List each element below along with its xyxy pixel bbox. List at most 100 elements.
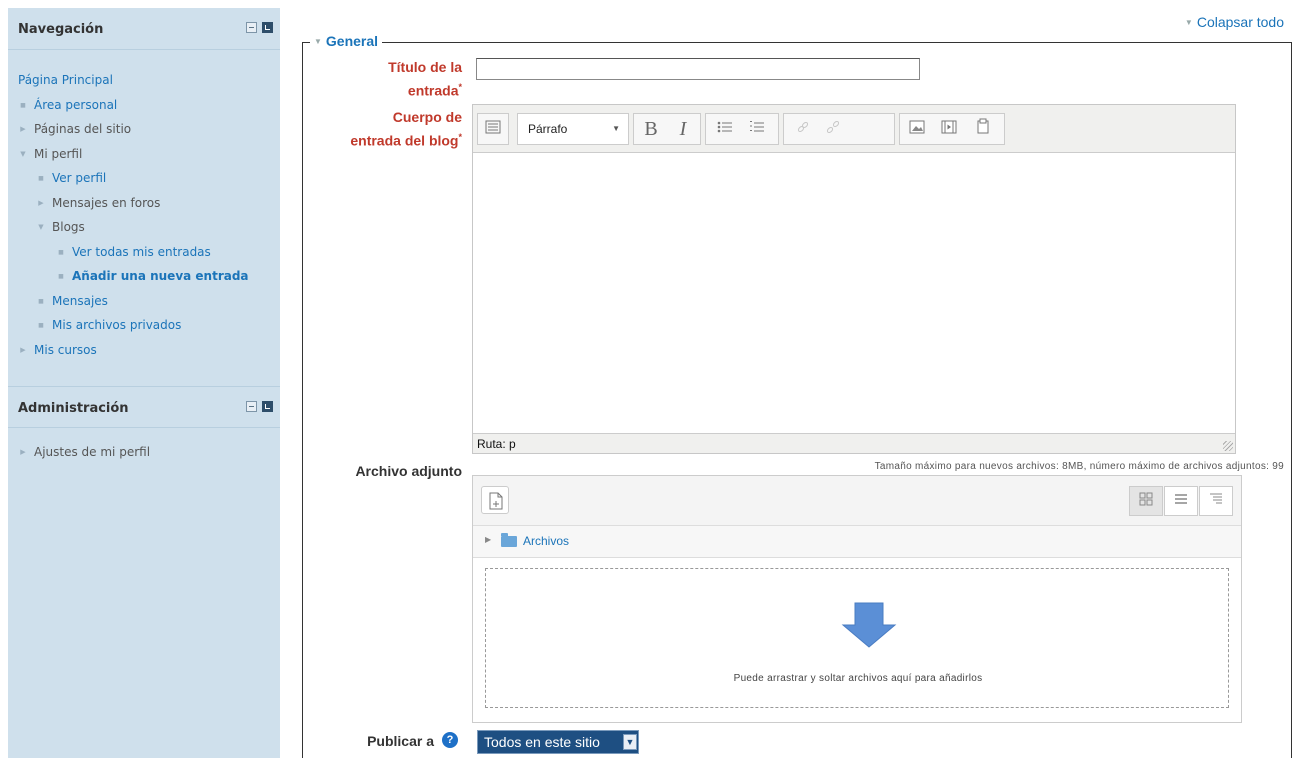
nav-item-label[interactable]: Ver todas mis entradas <box>72 240 211 265</box>
administration-block: Administración Ajustes de mi perfil <box>8 386 280 465</box>
file-drop-zone[interactable]: Puede arrastrar y soltar archivos aquí p… <box>485 568 1229 708</box>
image-icon[interactable] <box>906 118 928 140</box>
nav-item-label[interactable]: Ajustes de mi perfil <box>34 440 150 465</box>
entry-title-label-line1: Título de la <box>388 59 462 75</box>
entry-body-label-line2: entrada del blog <box>350 132 459 149</box>
bullet-icon <box>36 289 46 315</box>
nav-item-mi-perfil[interactable]: Mi perfil <box>8 142 280 167</box>
navigation-block: Navegación Página Principal Área persona… <box>8 8 280 362</box>
expand-arrow-icon[interactable] <box>36 191 46 216</box>
expand-arrow-icon[interactable] <box>18 117 28 142</box>
folder-path-bar: ▶ Archivos <box>473 526 1241 558</box>
required-marker: * <box>458 82 462 92</box>
manage-files-icon[interactable] <box>972 118 994 140</box>
collapse-all-link[interactable]: ▼ Colapsar todo <box>1185 14 1284 30</box>
media-group <box>899 113 1005 145</box>
nav-item-mensajes-en-foros[interactable]: Mensajes en foros <box>8 191 280 216</box>
editor-status-bar: Ruta: p <box>473 433 1235 453</box>
navigation-title: Navegación <box>18 22 104 37</box>
nav-item-label[interactable]: Área personal <box>34 93 117 118</box>
dock-block-icon[interactable] <box>262 22 273 33</box>
list-view-icon[interactable] <box>1164 486 1198 516</box>
nav-item-label[interactable]: Mis cursos <box>34 338 97 363</box>
expand-arrow-icon[interactable] <box>18 338 28 363</box>
editor-content-area[interactable] <box>473 154 1235 434</box>
nav-item-label-active[interactable]: Añadir una nueva entrada <box>72 264 249 289</box>
bullet-icon <box>18 93 28 119</box>
publish-to-label: Publicar a <box>367 733 434 749</box>
file-limits-info: Tamaño máximo para nuevos archivos: 8MB,… <box>874 461 1284 472</box>
nav-item-pagina-principal[interactable]: Página Principal <box>8 68 280 93</box>
nav-item-label[interactable]: Mensajes en foros <box>52 191 160 216</box>
nav-item-anadir-nueva-entrada[interactable]: Añadir una nueva entrada <box>8 264 280 289</box>
toolbar-toggle-group <box>477 113 509 145</box>
paragraph-format-value: Párrafo <box>528 122 568 136</box>
numbered-list-icon[interactable] <box>746 118 768 140</box>
italic-icon[interactable]: I <box>672 118 694 140</box>
link-group <box>783 113 895 145</box>
minimize-block-icon[interactable] <box>246 22 257 33</box>
entry-title-label-line2: entrada <box>407 82 459 99</box>
entry-title-input[interactable] <box>476 58 920 80</box>
file-manager: ▶ Archivos Puede arrastrar y soltar arch… <box>472 475 1242 723</box>
drop-arrow-icon <box>841 602 897 648</box>
folder-name-link[interactable]: Archivos <box>523 534 569 548</box>
nav-item-mensajes[interactable]: Mensajes <box>8 289 280 314</box>
nav-item-label[interactable]: Ver perfil <box>52 166 106 191</box>
expand-arrow-icon[interactable] <box>18 440 28 465</box>
nav-item-ver-todas-mis-entradas[interactable]: Ver todas mis entradas <box>8 240 280 265</box>
add-file-icon <box>489 492 503 510</box>
link-icon[interactable] <box>792 118 814 140</box>
collapse-all-label[interactable]: Colapsar todo <box>1197 14 1284 30</box>
chevron-down-icon: ▼ <box>612 124 620 133</box>
dock-block-icon[interactable] <box>262 401 273 412</box>
minimize-block-icon[interactable] <box>246 401 257 412</box>
expand-arrow-icon[interactable]: ▶ <box>485 535 491 544</box>
drop-instructions: Puede arrastrar y soltar archivos aquí p… <box>733 673 983 684</box>
nav-item-mis-cursos[interactable]: Mis cursos <box>8 338 280 363</box>
nav-item-label[interactable]: Blogs <box>52 215 85 240</box>
nav-item-ajustes-de-mi-perfil[interactable]: Ajustes de mi perfil <box>8 440 280 465</box>
collapse-arrow-icon[interactable] <box>18 142 28 167</box>
general-section-toggle[interactable]: ▼ General <box>310 33 383 49</box>
administration-block-header: Administración <box>8 386 280 428</box>
resize-handle-icon[interactable] <box>1223 441 1233 451</box>
administration-tree: Ajustes de mi perfil <box>8 428 280 465</box>
publish-to-select[interactable]: Todos en este sitio ▼ <box>477 730 639 754</box>
nav-item-label[interactable]: Mensajes <box>52 289 108 314</box>
nav-item-area-personal[interactable]: Área personal <box>8 93 280 118</box>
nav-item-label[interactable]: Páginas del sitio <box>34 117 131 142</box>
help-icon[interactable]: ? <box>442 732 458 748</box>
nav-item-label[interactable]: Página Principal <box>18 68 113 93</box>
tree-view-icon[interactable] <box>1199 486 1233 516</box>
folder-icon <box>501 533 517 547</box>
nav-item-blogs[interactable]: Blogs <box>8 215 280 240</box>
navigation-block-header: Navegación <box>8 8 280 50</box>
icons-view-icon[interactable] <box>1129 486 1163 516</box>
nav-item-paginas-del-sitio[interactable]: Páginas del sitio <box>8 117 280 142</box>
media-icon[interactable] <box>938 118 960 140</box>
unlink-icon[interactable] <box>822 118 844 140</box>
paragraph-format-select[interactable]: Párrafo ▼ <box>517 113 629 145</box>
bullet-list-icon[interactable] <box>714 118 736 140</box>
editor-toolbar: Párrafo ▼ B I <box>473 105 1235 153</box>
publish-to-value: Todos en este sitio <box>484 734 600 750</box>
bold-icon[interactable]: B <box>640 118 662 140</box>
nav-item-label[interactable]: Mi perfil <box>34 142 82 167</box>
nav-item-label[interactable]: Mis archivos privados <box>52 313 181 338</box>
nav-item-ver-perfil[interactable]: Ver perfil <box>8 166 280 191</box>
bullet-icon <box>56 240 66 266</box>
collapse-arrow-icon[interactable] <box>36 215 46 240</box>
sidebar: Navegación Página Principal Área persona… <box>8 8 280 758</box>
required-marker: * <box>458 132 462 142</box>
add-file-button[interactable] <box>481 486 509 514</box>
entry-body-label: Cuerpo de entrada del blog* <box>350 107 462 151</box>
editor-path: Ruta: p <box>477 437 516 451</box>
section-title[interactable]: General <box>326 33 378 49</box>
chevron-down-icon[interactable]: ▼ <box>623 734 637 750</box>
administration-title: Administración <box>18 401 129 416</box>
bullet-icon <box>56 264 66 290</box>
nav-item-mis-archivos-privados[interactable]: Mis archivos privados <box>8 313 280 338</box>
toolbar-toggle-icon[interactable] <box>482 118 504 140</box>
collapse-arrow-icon: ▼ <box>1184 18 1193 27</box>
